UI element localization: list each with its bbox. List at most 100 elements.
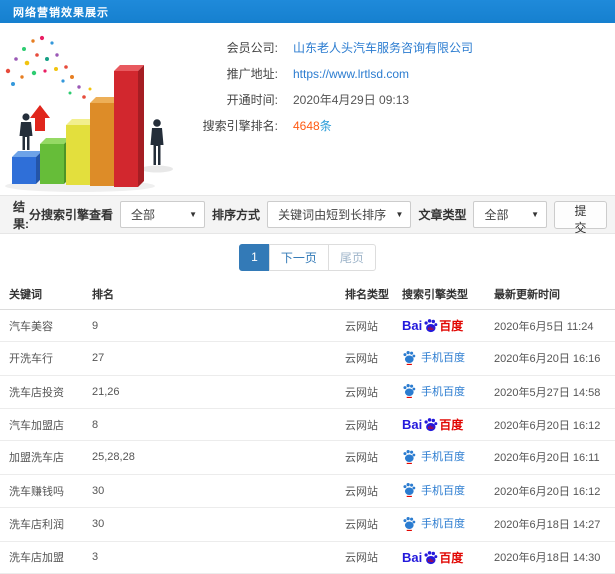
mobile-baidu-paw-icon — [403, 516, 416, 531]
next-page-button[interactable]: 下一页 — [268, 243, 329, 271]
bars — [12, 65, 144, 187]
updated-cell: 2020年6月20日 16:11 — [490, 440, 615, 475]
bar-chart-illustration — [0, 23, 188, 195]
filter-bar: 结果: 分搜索引擎查看 全部 ▼ 排序方式 关键词由短到长排序 ▼ 文章类型 全… — [0, 195, 615, 235]
rank-cell: 30 — [88, 507, 341, 542]
sort-select[interactable]: 关键词由短到长排序 ▼ — [267, 201, 412, 228]
rank-cell: 27 — [88, 341, 341, 376]
article-type-label: 文章类型 — [418, 208, 467, 222]
confetti-dots — [5, 35, 92, 99]
keyword-cell: 开洗车行 — [0, 341, 88, 376]
col-keyword: 关键词 — [0, 280, 88, 310]
chevron-down-icon: ▼ — [395, 210, 404, 219]
chevron-down-icon: ▼ — [189, 210, 198, 219]
mobile-baidu-logo[interactable]: 手机百度 — [402, 349, 465, 365]
article-type-select[interactable]: 全部 ▼ — [473, 201, 548, 228]
filter-group: 分搜索引擎查看 全部 ▼ 排序方式 关键词由短到长排序 ▼ 文章类型 全部 ▼ … — [28, 200, 608, 235]
keyword-rank-table: 关键词 排名 排名类型 搜索引擎类型 最新更新时间 汽车美容 9 云网站 Bai… — [0, 280, 615, 574]
app-header: 网络营销效果展示 — [0, 0, 615, 23]
rank-type-cell: 云网站 — [341, 309, 398, 342]
rank-type-cell: 云网站 — [341, 507, 398, 542]
keyword-cell: 洗车赚钱吗 — [0, 474, 88, 508]
submit-button[interactable]: 提交 — [554, 200, 608, 235]
pagination-section: 1 下一页 尾页 — [0, 234, 615, 280]
company-label: 会员公司: — [226, 41, 278, 55]
rank-type-cell: 云网站 — [341, 440, 398, 475]
baidu-paw-icon: du — [424, 550, 438, 564]
baidu-logo-icon: Bai du 百度 — [402, 549, 464, 565]
updated-cell: 2020年5月27日 14:58 — [490, 375, 615, 409]
updated-cell: 2020年6月20日 16:12 — [490, 408, 615, 441]
mobile-baidu-logo[interactable]: 手机百度 — [402, 482, 465, 498]
promo-url-link[interactable]: https://www.lrtlsd.com — [293, 67, 409, 81]
mobile-baidu-logo[interactable]: 手机百度 — [402, 515, 465, 531]
info-row-rankcount: 搜索引擎排名: 4648条 — [188, 118, 615, 134]
engine-filter-select[interactable]: 全部 ▼ — [120, 201, 206, 228]
baidu-paw-icon: du — [424, 319, 438, 333]
rank-type-cell: 云网站 — [341, 375, 398, 409]
info-panel: 会员公司: 山东老人头汽车服务咨询有限公司 推广地址: https://www.… — [188, 23, 615, 195]
up-arrow — [30, 105, 50, 131]
svg-text:du: du — [428, 326, 434, 331]
top-section: 会员公司: 山东老人头汽车服务咨询有限公司 推广地址: https://www.… — [0, 23, 615, 195]
col-engine-type: 搜索引擎类型 — [398, 280, 490, 310]
rank-type-cell: 云网站 — [341, 341, 398, 376]
col-rank: 排名 — [88, 280, 341, 310]
updated-cell: 2020年6月20日 16:12 — [490, 474, 615, 508]
table-row: 洗车赚钱吗 30 云网站 手机百度 2020年6月20日 16:12 — [0, 474, 615, 508]
left-person — [19, 113, 33, 150]
pagination: 1 下一页 尾页 — [239, 243, 376, 271]
updated-cell: 2020年6月5日 11:24 — [490, 309, 615, 342]
promo-url-label: 推广地址: — [226, 67, 278, 81]
table-row: 汽车美容 9 云网站 Bai du 百度 2020年6月5日 11:24 — [0, 309, 615, 342]
result-label: 结果: — [13, 199, 29, 231]
table-row: 洗车店利润 30 云网站 手机百度 2020年6月18日 14:27 — [0, 507, 615, 542]
chevron-down-icon: ▼ — [531, 210, 540, 219]
rank-cell: 25,28,28 — [88, 440, 341, 475]
keyword-cell: 汽车加盟店 — [0, 408, 88, 441]
keyword-cell: 洗车店投资 — [0, 375, 88, 409]
baidu-logo-icon: Bai du 百度 — [402, 417, 464, 432]
col-updated: 最新更新时间 — [490, 280, 615, 310]
updated-cell: 2020年6月18日 14:30 — [490, 541, 615, 574]
sort-label: 排序方式 — [212, 208, 261, 222]
baidu-paw-icon: du — [424, 418, 438, 432]
keyword-cell: 洗车店加盟 — [0, 541, 88, 574]
mobile-baidu-paw-icon — [403, 350, 416, 365]
table-row: 加盟洗车店 25,28,28 云网站 手机百度 2020年6月20日 16:11 — [0, 440, 615, 475]
mobile-baidu-paw-icon — [403, 383, 416, 398]
info-row-url: 推广地址: https://www.lrtlsd.com — [188, 66, 615, 82]
keyword-cell: 洗车店利润 — [0, 507, 88, 542]
rank-cell: 3 — [88, 541, 341, 574]
table-row: 汽车加盟店 8 云网站 Bai du 百度 2020年6月20日 16:12 — [0, 408, 615, 441]
rank-cell: 30 — [88, 474, 341, 508]
rank-cell: 21,26 — [88, 375, 341, 409]
company-link[interactable]: 山东老人头汽车服务咨询有限公司 — [293, 41, 473, 55]
mobile-baidu-paw-icon — [403, 482, 416, 497]
table-header-row: 关键词 排名 排名类型 搜索引擎类型 最新更新时间 — [0, 280, 615, 310]
table-row: 洗车店加盟 3 云网站 Bai du 百度 2020年6月18日 14:30 — [0, 541, 615, 574]
baidu-logo-icon: Bai du 百度 — [402, 318, 464, 333]
table-row: 洗车店投资 21,26 云网站 手机百度 2020年5月27日 14:58 — [0, 375, 615, 409]
open-time-label: 开通时间: — [226, 93, 278, 107]
updated-cell: 2020年6月18日 14:27 — [490, 507, 615, 542]
updated-cell: 2020年6月20日 16:16 — [490, 341, 615, 376]
page-title: 网络营销效果展示 — [13, 6, 109, 19]
svg-text:du: du — [428, 557, 434, 562]
rank-type-cell: 云网站 — [341, 541, 398, 574]
mobile-baidu-logo[interactable]: 手机百度 — [402, 383, 465, 399]
rank-count-suffix: 条 — [319, 119, 332, 133]
open-time-value: 2020年4月29日 09:13 — [293, 93, 410, 107]
last-page-button[interactable]: 尾页 — [327, 243, 376, 271]
right-person — [150, 119, 164, 165]
keyword-cell: 汽车美容 — [0, 309, 88, 342]
rank-type-cell: 云网站 — [341, 474, 398, 508]
mobile-baidu-paw-icon — [403, 449, 416, 464]
engine-filter-label: 分搜索引擎查看 — [28, 208, 113, 222]
page-1-button[interactable]: 1 — [239, 243, 270, 271]
info-row-company: 会员公司: 山东老人头汽车服务咨询有限公司 — [188, 40, 615, 56]
svg-text:du: du — [428, 425, 434, 430]
mobile-baidu-logo[interactable]: 手机百度 — [402, 448, 465, 464]
col-rank-type: 排名类型 — [341, 280, 398, 310]
rank-cell: 9 — [88, 309, 341, 342]
